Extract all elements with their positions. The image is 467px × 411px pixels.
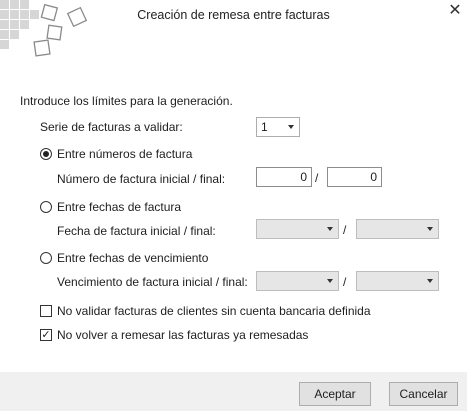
radio-fechas[interactable] <box>40 201 52 213</box>
numeros-field-label: Número de factura inicial / final: <box>57 172 226 186</box>
fecha-final-select[interactable] <box>356 219 439 239</box>
numeros-separator: / <box>315 171 319 185</box>
chevron-down-icon <box>427 227 433 231</box>
vencimiento-field-label: Vencimiento de factura inicial / final: <box>57 275 248 289</box>
close-icon[interactable]: ✕ <box>446 2 464 20</box>
chevron-down-icon <box>327 279 333 283</box>
cancel-button[interactable]: Cancelar <box>389 382 458 406</box>
vencimiento-inicial-select[interactable] <box>256 271 339 291</box>
radio-vencimiento[interactable] <box>40 252 52 264</box>
intro-text: Introduce los límites para la generación… <box>20 94 233 108</box>
vencimiento-separator: / <box>343 275 347 289</box>
radio-numeros-label: Entre números de factura <box>57 147 193 161</box>
no-volver-checkbox[interactable]: ✓ <box>40 329 52 341</box>
no-validar-label: No validar facturas de clientes sin cuen… <box>57 304 371 318</box>
radio-numeros[interactable] <box>40 148 52 160</box>
fechas-field-label: Fecha de factura inicial / final: <box>57 224 216 238</box>
numero-final-input[interactable]: 0 <box>327 167 382 187</box>
vencimiento-final-select[interactable] <box>356 271 439 291</box>
dialog-title: Creación de remesa entre facturas <box>137 8 330 22</box>
chevron-down-icon <box>288 125 294 129</box>
fecha-inicial-select[interactable] <box>256 219 339 239</box>
numero-inicial-input[interactable]: 0 <box>256 167 312 187</box>
serie-label: Serie de facturas a validar: <box>40 120 183 134</box>
chevron-down-icon <box>427 279 433 283</box>
serie-value: 1 <box>261 120 268 134</box>
fechas-separator: / <box>343 223 347 237</box>
radio-fechas-label: Entre fechas de factura <box>57 200 182 214</box>
accept-button[interactable]: Aceptar <box>299 382 371 406</box>
radio-vencimiento-label: Entre fechas de vencimiento <box>57 251 209 265</box>
chevron-down-icon <box>327 227 333 231</box>
no-validar-checkbox[interactable] <box>40 305 52 317</box>
serie-select[interactable]: 1 <box>256 117 300 137</box>
no-volver-label: No volver a remesar las facturas ya reme… <box>57 328 309 342</box>
